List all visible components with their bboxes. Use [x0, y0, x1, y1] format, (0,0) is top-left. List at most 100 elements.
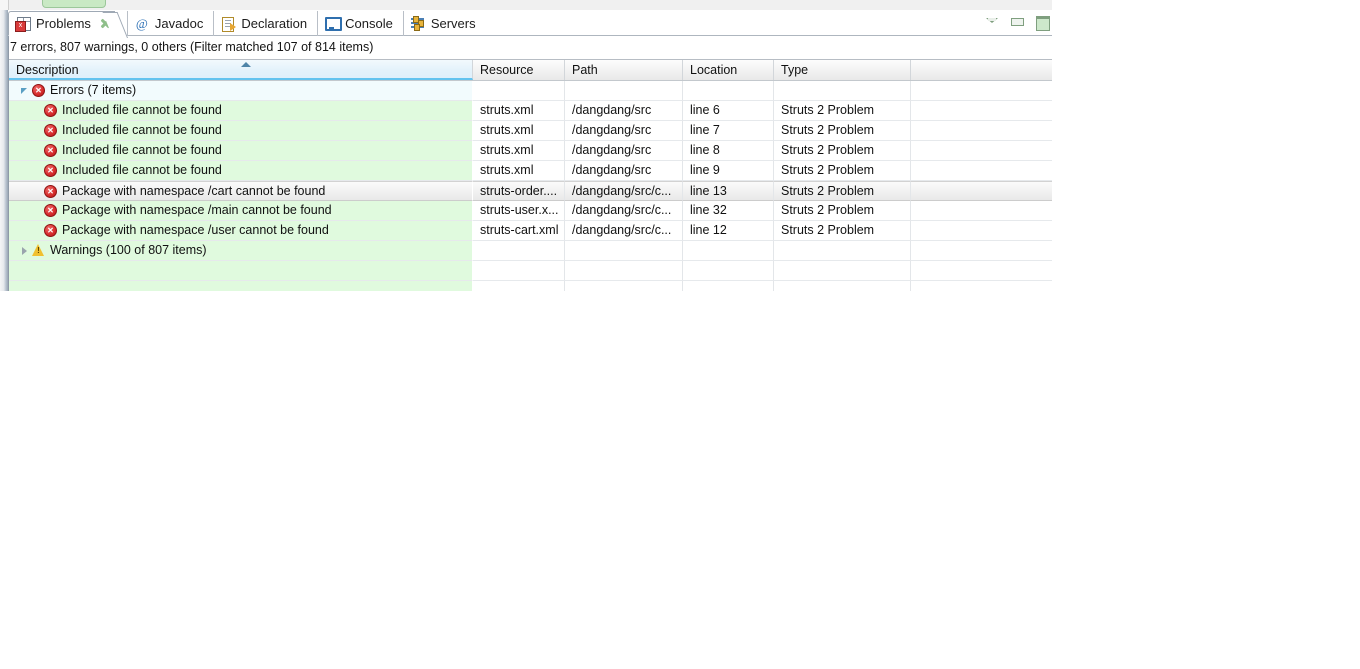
- error-icon: [44, 164, 57, 177]
- column-header-type[interactable]: Type: [774, 60, 911, 80]
- tab-javadoc[interactable]: @ Javadoc: [126, 11, 211, 36]
- adjacent-view-chip: [42, 0, 106, 8]
- view-tab-bar: x Problems @ Javadoc Declaration Console…: [8, 10, 1052, 36]
- sort-ascending-icon: [241, 62, 251, 67]
- cell-type: Struts 2 Problem: [774, 101, 911, 121]
- view-left-gutter: [0, 10, 9, 291]
- cell-path: [565, 281, 683, 291]
- cell-extra: [911, 201, 1052, 221]
- error-icon: [44, 204, 57, 217]
- column-header-resource[interactable]: Resource: [473, 60, 565, 80]
- tab-problems[interactable]: x Problems: [8, 11, 115, 36]
- tab-list: x Problems @ Javadoc Declaration Console…: [8, 10, 484, 36]
- cell-description: Errors (7 items): [9, 81, 473, 101]
- table-row[interactable]: Package with namespace /cart cannot be f…: [9, 181, 1052, 201]
- row-description-text: Warnings (100 of 807 items): [50, 243, 207, 257]
- table-row[interactable]: Included file cannot be found struts.xml/…: [9, 161, 1052, 181]
- warning-icon: [32, 244, 45, 257]
- eclipse-problems-view-screenshot: x Problems @ Javadoc Declaration Console…: [0, 0, 1360, 669]
- table-row[interactable]: Package with namespace /main cannot be f…: [9, 201, 1052, 221]
- column-header-path[interactable]: Path: [565, 60, 683, 80]
- table-row[interactable]: Included file cannot be found struts.xml/…: [9, 121, 1052, 141]
- cell-type: Struts 2 Problem: [774, 201, 911, 221]
- cell-description: Included file cannot be found: [9, 141, 473, 161]
- row-description-text: Package with namespace /user cannot be f…: [62, 223, 329, 237]
- table-row[interactable]: Errors (7 items): [9, 81, 1052, 101]
- servers-icon: [410, 16, 426, 31]
- cell-resource: [473, 241, 565, 261]
- tab-servers-label: Servers: [430, 16, 476, 31]
- cell-type: Struts 2 Problem: [774, 141, 911, 161]
- collapse-twisty-icon[interactable]: [18, 82, 32, 100]
- cell-location: line 32: [683, 201, 774, 221]
- row-description-text: Errors (7 items): [50, 83, 137, 97]
- column-header-description[interactable]: Description: [9, 60, 473, 80]
- column-header-extra[interactable]: [911, 60, 1052, 80]
- table-row[interactable]: Included file cannot be found struts.xml/…: [9, 101, 1052, 121]
- cell-type: Struts 2 Problem: [774, 181, 911, 201]
- maximize-icon[interactable]: [1034, 13, 1050, 31]
- table-row[interactable]: [9, 261, 1052, 281]
- tab-console[interactable]: Console: [317, 11, 401, 36]
- cell-description: Package with namespace /cart cannot be f…: [9, 181, 473, 201]
- cell-resource: struts-order....: [473, 181, 565, 201]
- cell-path: /dangdang/src: [565, 141, 683, 161]
- cell-path: /dangdang/src: [565, 121, 683, 141]
- cell-extra: [911, 281, 1052, 291]
- cell-extra: [911, 261, 1052, 281]
- cell-location: [683, 281, 774, 291]
- error-icon: [44, 144, 57, 157]
- cell-description: Warnings (100 of 807 items): [9, 241, 473, 261]
- cell-type: [774, 81, 911, 101]
- problems-table: Description Resource Path Location Type …: [9, 59, 1052, 291]
- cell-type: [774, 241, 911, 261]
- cell-description: Included file cannot be found: [9, 161, 473, 181]
- table-row[interactable]: Included file cannot be found struts.xml/…: [9, 141, 1052, 161]
- cell-extra: [911, 181, 1052, 201]
- column-header-location[interactable]: Location: [683, 60, 774, 80]
- error-icon: [44, 184, 57, 198]
- tab-servers[interactable]: Servers: [402, 11, 484, 36]
- row-description-text: Included file cannot be found: [62, 163, 222, 177]
- cell-path: /dangdang/src: [565, 161, 683, 181]
- table-row[interactable]: Warnings (100 of 807 items): [9, 241, 1052, 261]
- cell-resource: struts.xml: [473, 141, 565, 161]
- cell-resource: struts.xml: [473, 161, 565, 181]
- table-row[interactable]: Package with namespace /user cannot be f…: [9, 221, 1052, 241]
- table-row[interactable]: [9, 281, 1052, 291]
- cell-extra: [911, 101, 1052, 121]
- cell-location: line 6: [683, 101, 774, 121]
- cell-description: [9, 281, 473, 291]
- minimize-icon[interactable]: [1009, 13, 1025, 29]
- problems-view-panel: x Problems @ Javadoc Declaration Console…: [0, 10, 1052, 291]
- expand-twisty-icon[interactable]: [18, 242, 32, 260]
- declaration-icon: [220, 16, 237, 32]
- tab-console-label: Console: [345, 16, 393, 31]
- row-description-text: Included file cannot be found: [62, 143, 222, 157]
- view-toolbar: [984, 13, 1052, 31]
- cell-resource: [473, 81, 565, 101]
- cell-path: [565, 261, 683, 281]
- error-icon: [44, 224, 57, 237]
- adjacent-view-left-edge: [0, 0, 9, 10]
- cell-description: Included file cannot be found: [9, 121, 473, 141]
- tab-declaration[interactable]: Declaration: [213, 11, 315, 36]
- cell-description: Package with namespace /user cannot be f…: [9, 221, 473, 241]
- row-description-text: Included file cannot be found: [62, 123, 222, 137]
- cell-location: line 9: [683, 161, 774, 181]
- row-description-text: Included file cannot be found: [62, 103, 222, 117]
- cell-type: Struts 2 Problem: [774, 161, 911, 181]
- cell-extra: [911, 161, 1052, 181]
- cell-type: [774, 281, 911, 291]
- close-icon[interactable]: [100, 18, 111, 29]
- cell-location: line 13: [683, 181, 774, 201]
- cell-description: [9, 261, 473, 281]
- cell-path: [565, 241, 683, 261]
- cell-type: Struts 2 Problem: [774, 221, 911, 241]
- row-description-text: Package with namespace /main cannot be f…: [62, 203, 332, 217]
- cell-type: [774, 261, 911, 281]
- view-menu-icon[interactable]: [984, 13, 1000, 29]
- cell-extra: [911, 81, 1052, 101]
- tab-problems-label: Problems: [36, 16, 91, 31]
- cell-path: [565, 81, 683, 101]
